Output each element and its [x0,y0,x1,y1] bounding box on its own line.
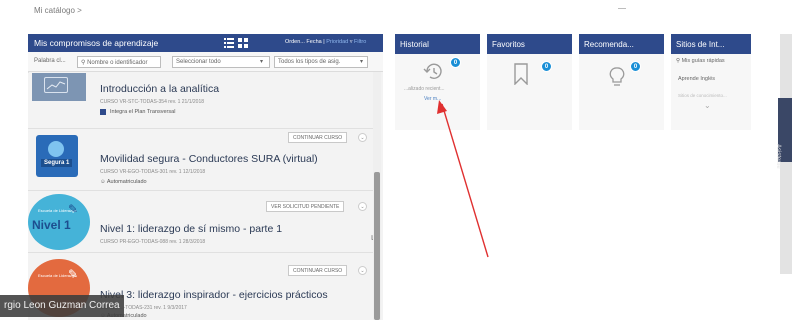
sitios-item[interactable]: ⚲ Mis guías rápidas [676,58,725,64]
sitios-item[interactable]: Sitios de conocimiento... [678,93,727,98]
divider [618,8,626,9]
filter-row: Palabra cl... ⚲ Nombre o identificador S… [28,52,383,72]
course-title[interactable]: Nivel 1: liderazgo de sí mismo - parte 1 [100,223,282,235]
globe-icon [48,141,64,157]
chevron-down-icon[interactable]: ⌄ [358,266,367,275]
thumbnail-label: Segura 1 [41,159,73,167]
continue-course-button[interactable]: CONTINUAR CURSO [288,132,348,143]
chevron-down-icon[interactable]: ⌄ [358,202,367,211]
sitios-item-label: Mis guías rápidas [681,58,725,64]
bookmark-icon [513,63,529,90]
pencil-icon: ✎ [68,202,79,216]
filter-link[interactable]: Filtro [354,39,366,45]
filter-icon[interactable]: ▿ [350,39,353,45]
search-icon: ⚲ [81,60,86,66]
continue-course-button[interactable]: CONTINUAR CURSO [288,265,348,276]
course-tag: ☺ Automatriculado [100,179,147,185]
course-title[interactable]: Introducción a la analítica [100,83,219,95]
course-card[interactable]: Segura 1 CONTINUAR CURSO ⌄ Movilidad seg… [28,129,373,191]
course-thumbnail: Escuela de Liderazgo Nivel 1 ✎ [28,194,90,250]
historial-header[interactable]: Historial [395,34,480,54]
pencil-icon: ✎ [68,267,79,281]
course-tag: Integra el Plan Transversal [110,109,176,115]
sitios-item[interactable]: Aprende Inglés [678,76,715,82]
annotation-arrow [437,100,489,258]
type-dropdown[interactable]: Todos los tipos de asig. ▾ [274,56,368,68]
course-meta: CURSO VR-STC-TODAS-354 rev. 1 21/1/2018 [100,99,205,105]
course-title[interactable]: Movilidad segura - Conductores SURA (vir… [100,153,318,165]
user-icon: ☺ [100,179,106,185]
list-view-icon[interactable] [224,38,234,48]
thumbnail-label: Nivel 1 [32,218,71,232]
chevron-down-icon[interactable]: ⌄ [704,101,711,110]
sort-priority-link[interactable]: Prioridad [326,39,348,45]
breadcrumb[interactable]: Mi catálogo > [34,6,82,15]
link-icon: ⚲ [676,58,681,64]
chevron-down-icon[interactable]: ⌄ [358,133,367,142]
course-card[interactable]: Introducción a la analítica CURSO VR-STC… [28,73,373,129]
type-label: Todos los tipos de asig. [278,59,341,65]
chevron-down-icon: ▾ [359,59,363,65]
select-all-label: Seleccionar todo [176,59,221,65]
course-card[interactable]: Escuela de Liderazgo Nivel 1 ✎ VER SOLIC… [28,191,377,253]
participant-name-overlay: rgio Leon Guzman Correa [0,295,124,317]
favoritos-badge: 0 [541,61,552,72]
pending-request-button[interactable]: VER SOLICITUD PENDIENTE [266,201,345,212]
sitios-header[interactable]: Sitios de Int... [671,34,751,54]
course-tag-label: Automatriculado [106,179,147,185]
learning-panel-header: Mis compromisos de aprendizaje Orden... … [28,34,383,52]
course-thumbnail: Segura 1 [36,135,78,177]
historial-badge: 0 [450,57,461,68]
panel-title: Mis compromisos de aprendizaje [34,38,159,48]
assistant-tab[interactable]: Asistente [775,98,792,169]
chevron-down-icon: ▾ [259,59,263,65]
plan-icon [100,109,106,115]
history-icon [422,62,444,87]
owner-search-input[interactable]: ⚲ Nombre o identificador [77,56,161,68]
course-title[interactable]: Nivel 3: liderazgo inspirador - ejercici… [100,289,328,301]
recomenda-badge: 0 [630,61,641,72]
select-all-dropdown[interactable]: Seleccionar todo ▾ [172,56,270,68]
favoritos-header[interactable]: Favoritos [487,34,572,54]
historial-link[interactable]: ...alizado recient... [404,86,445,92]
recomenda-header[interactable]: Recomenda... [579,34,664,54]
course-thumbnail [32,73,86,101]
lightbulb-icon [609,66,625,95]
grid-view-icon[interactable] [238,38,248,48]
owner-placeholder: Nombre o identificador [87,60,148,66]
keyword-field[interactable]: Palabra cl... [31,56,75,68]
sort-control[interactable]: Orden... Fecha | Prioridad ▿ Filtro [285,39,366,45]
scrollbar-thumb[interactable] [374,172,380,320]
course-meta: CURSO PR-EGO-TODAS-088 rev. 1 28/3/2018 [100,239,206,245]
assistant-tab-label: Asistente [775,144,781,169]
sort-label: Orden... Fecha | [285,39,325,45]
chart-icon [44,77,68,93]
course-meta: CURSO VR-EGO-TODAS-301 rev. 1 12/1/2018 [100,169,206,175]
